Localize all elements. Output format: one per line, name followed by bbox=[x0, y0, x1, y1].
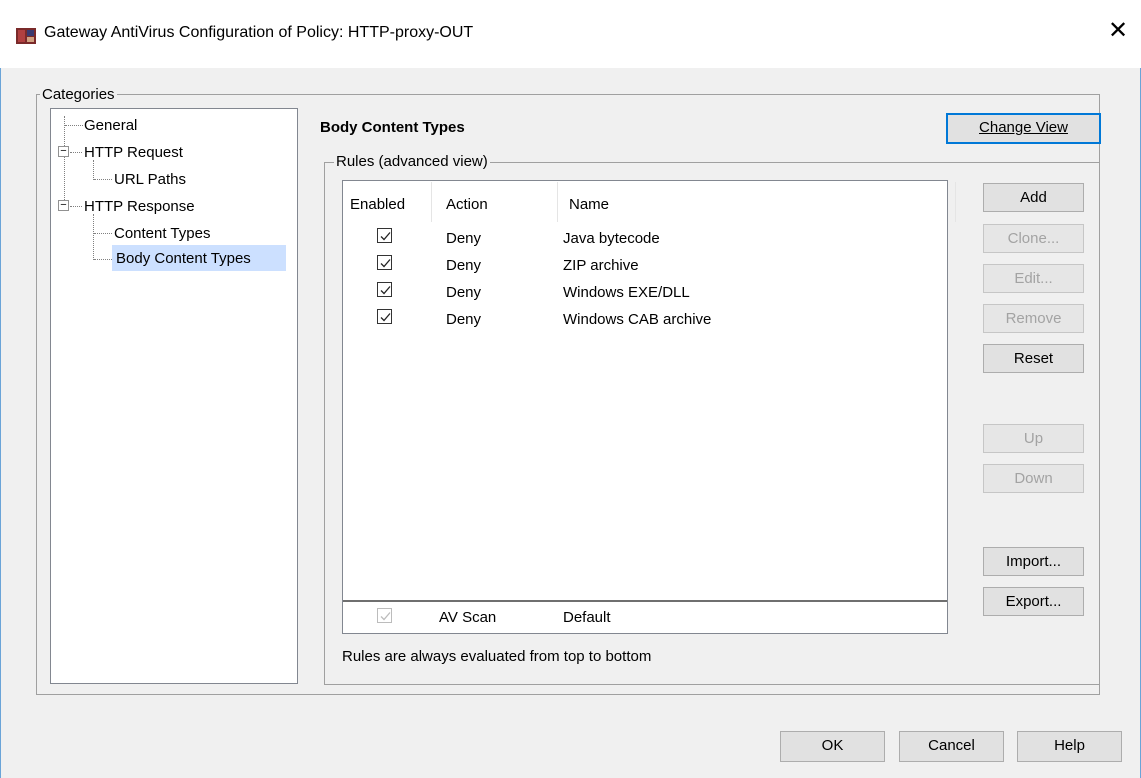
reset-button[interactable]: Reset bbox=[983, 344, 1084, 373]
tree-line bbox=[93, 160, 94, 180]
edit-button[interactable]: Edit... bbox=[983, 264, 1084, 293]
tree-line bbox=[65, 125, 83, 126]
tree-line bbox=[93, 214, 94, 260]
collapse-icon[interactable]: − bbox=[58, 200, 69, 211]
enabled-checkbox[interactable] bbox=[377, 309, 392, 324]
row-action: Deny bbox=[446, 230, 482, 247]
change-view-button[interactable]: Change View bbox=[946, 113, 1101, 144]
table-row[interactable] bbox=[343, 253, 947, 279]
default-enabled-checkbox bbox=[377, 608, 392, 623]
column-header-enabled[interactable]: Enabled bbox=[350, 196, 405, 213]
collapse-icon[interactable]: − bbox=[58, 146, 69, 157]
add-button[interactable]: Add bbox=[983, 183, 1084, 212]
default-row-name: Default bbox=[563, 609, 611, 626]
tree-item-url-paths[interactable]: URL Paths bbox=[114, 171, 186, 188]
section-heading: Body Content Types bbox=[320, 119, 465, 136]
rules-legend: Rules (advanced view) bbox=[334, 153, 490, 170]
row-name: Windows EXE/DLL bbox=[563, 284, 690, 301]
tree-line bbox=[94, 259, 112, 260]
default-row bbox=[343, 602, 947, 633]
row-action: Deny bbox=[446, 257, 482, 274]
tree-line bbox=[94, 233, 112, 234]
category-tree[interactable] bbox=[50, 108, 298, 684]
export-button[interactable]: Export... bbox=[983, 587, 1084, 616]
tree-item-general[interactable]: General bbox=[84, 117, 137, 134]
row-name: Java bytecode bbox=[563, 230, 660, 247]
down-button[interactable]: Down bbox=[983, 464, 1084, 493]
row-action: Deny bbox=[446, 311, 482, 328]
tree-item-http-response[interactable]: HTTP Response bbox=[84, 198, 195, 215]
enabled-checkbox[interactable] bbox=[377, 282, 392, 297]
app-icon bbox=[16, 26, 36, 44]
close-icon[interactable]: ✕ bbox=[1103, 16, 1133, 46]
window-border bbox=[0, 68, 1, 778]
tree-line bbox=[94, 179, 112, 180]
column-divider[interactable] bbox=[431, 182, 432, 222]
clone-button[interactable]: Clone... bbox=[983, 224, 1084, 253]
table-header bbox=[343, 181, 947, 223]
column-header-action[interactable]: Action bbox=[446, 196, 488, 213]
column-divider bbox=[955, 182, 956, 222]
categories-legend: Categories bbox=[40, 86, 117, 103]
help-button[interactable]: Help bbox=[1017, 731, 1122, 762]
tree-item-http-request[interactable]: HTTP Request bbox=[84, 144, 183, 161]
up-button[interactable]: Up bbox=[983, 424, 1084, 453]
enabled-checkbox[interactable] bbox=[377, 255, 392, 270]
default-row-action: AV Scan bbox=[439, 609, 497, 626]
tree-line bbox=[70, 206, 82, 207]
tree-line bbox=[70, 152, 82, 153]
import-button[interactable]: Import... bbox=[983, 547, 1084, 576]
row-name: Windows CAB archive bbox=[563, 311, 712, 328]
tree-item-body-content-types[interactable]: Body Content Types bbox=[116, 250, 251, 267]
enabled-checkbox[interactable] bbox=[377, 228, 392, 243]
row-name: ZIP archive bbox=[563, 257, 639, 274]
cancel-button[interactable]: Cancel bbox=[899, 731, 1004, 762]
row-action: Deny bbox=[446, 284, 482, 301]
column-divider[interactable] bbox=[557, 182, 558, 222]
column-header-name[interactable]: Name bbox=[569, 196, 609, 213]
ok-button[interactable]: OK bbox=[780, 731, 885, 762]
remove-button[interactable]: Remove bbox=[983, 304, 1084, 333]
evaluation-note: Rules are always evaluated from top to b… bbox=[342, 648, 652, 665]
window-title: Gateway AntiVirus Configuration of Polic… bbox=[44, 24, 474, 41]
tree-item-content-types[interactable]: Content Types bbox=[114, 225, 210, 242]
tree-line bbox=[64, 116, 65, 208]
